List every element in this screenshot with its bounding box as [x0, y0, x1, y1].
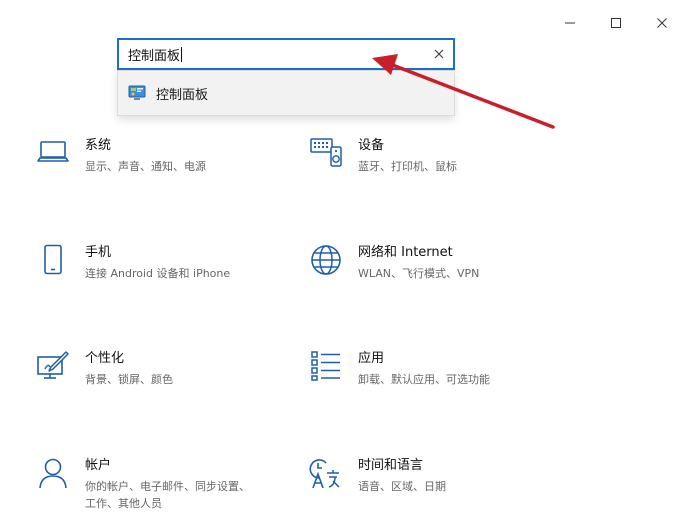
close-button[interactable]	[639, 10, 685, 36]
keyboard-speaker-icon	[310, 138, 342, 167]
paint-icon	[37, 351, 69, 379]
tile-time-language[interactable]: 时间和语言 语音、区域、日期	[309, 457, 446, 495]
close-icon	[657, 18, 667, 28]
time-language-icon	[309, 459, 340, 489]
phone-icon	[44, 244, 62, 275]
tile-personalization[interactable]: 个性化 背景、锁屏、颜色	[36, 350, 173, 388]
close-icon	[434, 49, 444, 59]
tile-title: 时间和语言	[358, 458, 424, 473]
search-input-value: 控制面板	[128, 48, 181, 64]
tile-phone[interactable]: 手机 连接 Android 设备和 iPhone	[36, 244, 230, 282]
tile-description: 卸载、默认应用、可选功能	[358, 373, 490, 386]
minimize-icon	[565, 22, 575, 24]
search-input[interactable]: 控制面板	[119, 45, 425, 64]
tile-system[interactable]: 系统 显示、声音、通知、电源	[36, 137, 206, 175]
tile-description: 连接 Android 设备和 iPhone	[85, 267, 231, 280]
tile-description: 显示、声音、通知、电源	[85, 160, 206, 173]
suggestion-item-control-panel[interactable]: 控制面板	[118, 71, 454, 115]
tile-title: 设备	[358, 138, 385, 153]
search-suggestions: 控制面板	[117, 70, 455, 116]
tile-description: 背景、锁屏、颜色	[85, 373, 173, 386]
tile-apps[interactable]: 应用 卸载、默认应用、可选功能	[309, 350, 490, 388]
tile-description: 你的帐户、电子邮件、同步设置、工作、其他人员	[85, 480, 250, 510]
control-panel-icon	[128, 85, 146, 100]
text-caret	[181, 46, 183, 62]
minimize-button[interactable]	[547, 10, 593, 36]
tile-description: 蓝牙、打印机、鼠标	[358, 160, 457, 173]
app-list-icon	[311, 351, 340, 381]
window-controls	[547, 10, 685, 36]
person-icon	[39, 458, 67, 489]
maximize-icon	[611, 18, 621, 28]
tile-description: WLAN、飞行模式、VPN	[358, 267, 480, 280]
tile-title: 帐户	[85, 458, 112, 473]
globe-icon	[311, 245, 341, 275]
tile-devices[interactable]: 设备 蓝牙、打印机、鼠标	[309, 137, 457, 175]
tile-title: 网络和 Internet	[358, 245, 453, 260]
tile-network[interactable]: 网络和 Internet WLAN、飞行模式、VPN	[309, 244, 479, 282]
maximize-button[interactable]	[593, 10, 639, 36]
search-box[interactable]: 控制面板	[117, 38, 455, 70]
clear-search-button[interactable]	[425, 40, 453, 68]
tile-accounts[interactable]: 帐户 你的帐户、电子邮件、同步设置、工作、其他人员	[36, 457, 255, 512]
tile-title: 应用	[358, 351, 385, 366]
suggestion-label: 控制面板	[156, 87, 209, 103]
tile-title: 手机	[85, 245, 112, 260]
tile-title: 个性化	[85, 351, 125, 366]
tile-description: 语音、区域、日期	[358, 480, 446, 493]
laptop-icon	[37, 141, 69, 162]
tile-title: 系统	[85, 138, 112, 153]
